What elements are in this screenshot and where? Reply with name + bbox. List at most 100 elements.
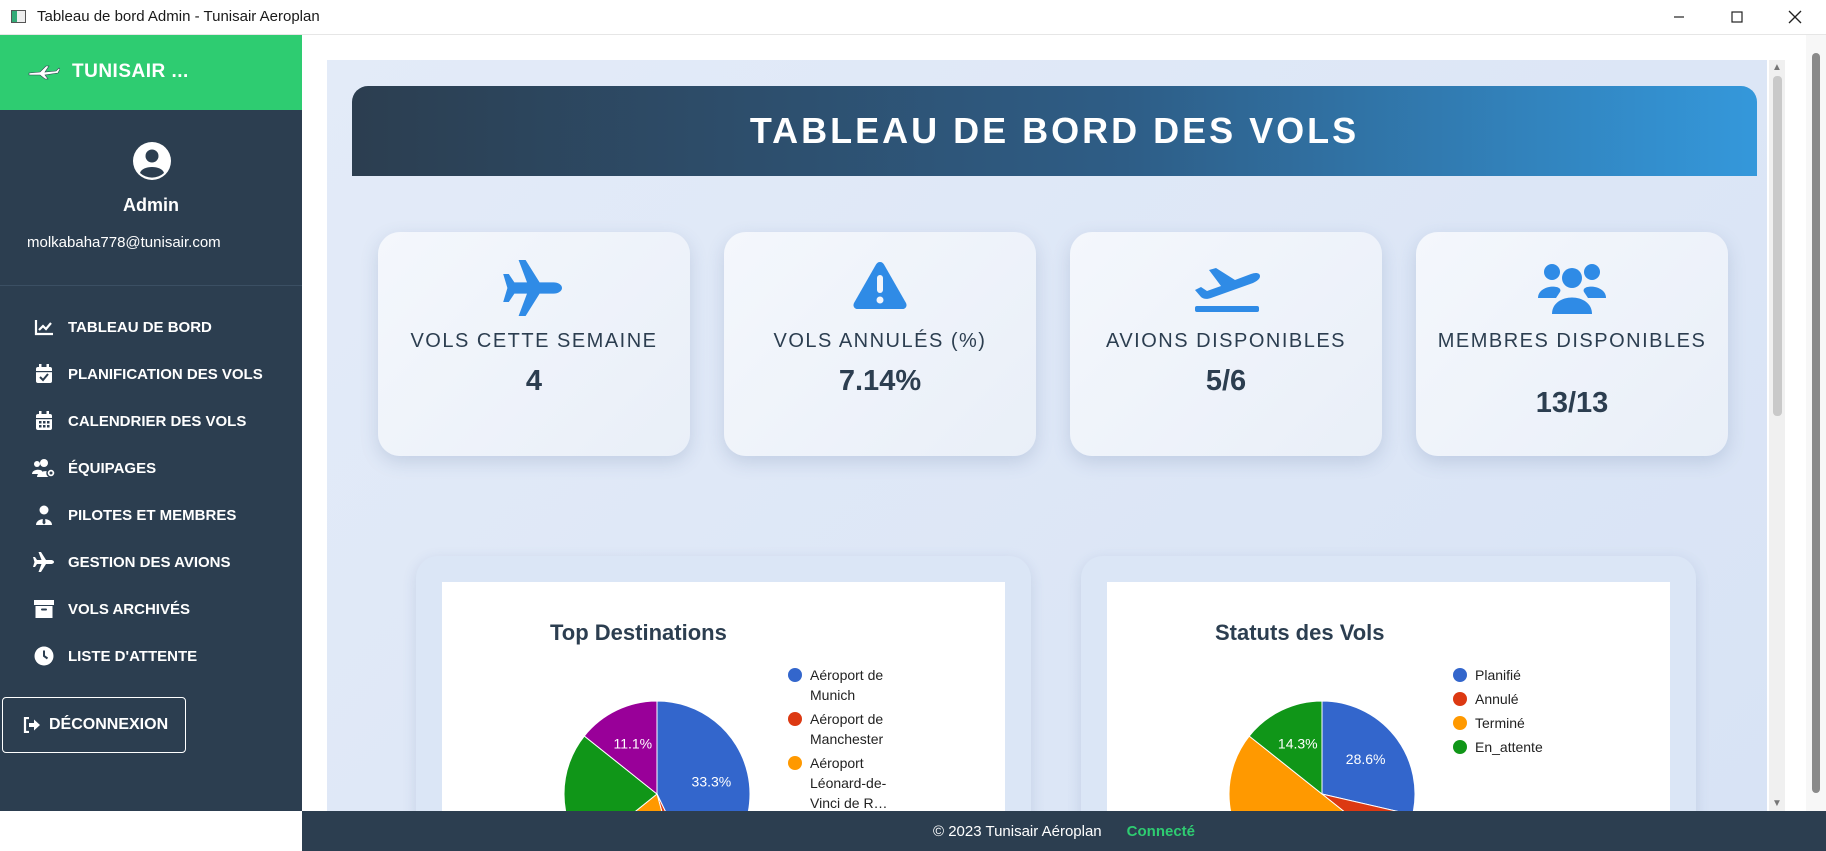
footer: © 2023 Tunisair Aéroplan Connecté: [302, 811, 1826, 851]
page-title: TABLEAU DE BORD DES VOLS: [749, 110, 1360, 151]
maximize-icon: [1731, 10, 1743, 23]
user-tie-icon: [32, 504, 56, 526]
minimize-icon: [1674, 15, 1684, 18]
archive-icon: [32, 598, 56, 620]
legend-item[interactable]: Aéroport de Munich: [788, 665, 988, 705]
minimize-button[interactable]: [1650, 0, 1708, 33]
sidebar-item-vols-archives[interactable]: VOLS ARCHIVÉS: [32, 594, 190, 624]
window-title: Tableau de bord Admin - Tunisair Aeropla…: [37, 8, 320, 25]
sidebar-item-label: CALENDRIER DES VOLS: [68, 412, 247, 430]
close-button[interactable]: [1766, 0, 1824, 33]
user-circle-icon: [133, 142, 171, 180]
stat-card-vols-semaine: VOLS CETTE SEMAINE 4: [378, 232, 690, 456]
pie-slice-label: 28.6%: [1346, 751, 1386, 767]
stat-label: AVIONS DISPONIBLES: [1105, 330, 1347, 352]
user-name: Admin: [123, 195, 179, 215]
legend-label: Terminé: [1475, 715, 1525, 731]
stat-value: 5/6: [1205, 365, 1247, 397]
calendar-icon: [32, 410, 56, 432]
legend-item[interactable]: Terminé: [1453, 713, 1653, 733]
sidebar-item-label: LISTE D'ATTENTE: [68, 647, 198, 665]
dashboard-header: TABLEAU DE BORD DES VOLS: [352, 86, 1757, 176]
stat-card-avions-disponibles: AVIONS DISPONIBLES 5/6: [1070, 232, 1382, 456]
sidebar-item-label: PILOTES ET MEMBRES: [68, 506, 237, 524]
scrollbar-thumb[interactable]: [1812, 53, 1820, 793]
legend-item[interactable]: Aéroport de Manchester: [788, 709, 988, 749]
pie-slice-label: 11.1%: [613, 736, 652, 752]
plane-icon: [32, 551, 56, 573]
sidebar-item-liste-attente[interactable]: LISTE D'ATTENTE: [32, 641, 197, 671]
legend-swatch: [1453, 740, 1467, 754]
clock-icon: [32, 645, 56, 667]
legend-label: En_attente: [1475, 739, 1543, 755]
stat-value: 4: [525, 365, 543, 397]
legend-swatch: [1453, 692, 1467, 706]
users-icon: [1538, 264, 1606, 314]
content-scrollbar[interactable]: ▲ ▼: [1769, 60, 1785, 811]
sidebar-item-label: GESTION DES AVIONS: [68, 553, 231, 571]
footer-copyright: © 2023 Tunisair Aéroplan: [932, 822, 1102, 840]
main-content: TABLEAU DE BORD DES VOLS VOLS CETTE SEMA…: [302, 35, 1806, 811]
legend-label: Aéroport Léonard-de- Vinci de R…: [810, 755, 888, 811]
stat-card-vols-annules: VOLS ANNULÉS (%) 7.14%: [724, 232, 1036, 456]
legend-label: Planifié: [1475, 667, 1521, 683]
app-window: Tableau de bord Admin - Tunisair Aeropla…: [0, 0, 1826, 851]
sidebar-item-label: VOLS ARCHIVÉS: [68, 600, 190, 618]
sidebar-item-label: TABLEAU DE BORD: [68, 318, 212, 336]
chart-legend: Aéroport de Munich Aéroport de Manchester…: [788, 665, 988, 811]
legend-item[interactable]: Annulé: [1453, 689, 1653, 709]
app-icon: [11, 10, 26, 23]
sidebar-divider: [0, 285, 302, 286]
pie-slice[interactable]: [656, 700, 751, 811]
plane-icon: [503, 260, 562, 316]
sidebar-item-gestion-avions[interactable]: GESTION DES AVIONS: [32, 547, 231, 577]
calendar-check-icon: [32, 363, 56, 385]
legend-label: Annulé: [1475, 691, 1519, 707]
user-email: molkabaha778@tunisair.com: [27, 234, 221, 251]
legend-item[interactable]: En_attente: [1453, 737, 1653, 757]
chart-legend: Planifié Annulé Terminé En_attente: [1453, 665, 1653, 761]
logout-label: DÉCONNEXION: [49, 716, 169, 733]
stat-label: MEMBRES DISPONIBLES: [1437, 330, 1707, 352]
stat-card-membres-disponibles: MEMBRES DISPONIBLES 13/13: [1416, 232, 1728, 456]
legend-swatch: [1453, 668, 1467, 682]
chart-panel-top-destinations: Top Destinations 33.3% 11.1% Aéroport de …: [416, 556, 1031, 811]
plane-departure-icon: [1195, 268, 1260, 312]
window-scrollbar[interactable]: [1806, 35, 1826, 811]
legend-swatch: [1453, 716, 1467, 730]
sidebar-item-pilotes[interactable]: PILOTES ET MEMBRES: [32, 500, 236, 530]
stat-value: 13/13: [1535, 387, 1609, 419]
legend-swatch: [788, 712, 802, 726]
sidebar-item-calendrier[interactable]: CALENDRIER DES VOLS: [32, 406, 246, 436]
legend-item[interactable]: Aéroport Léonard-de- Vinci de R…: [788, 753, 988, 811]
sidebar-item-label: PLANIFICATION DES VOLS: [68, 365, 263, 383]
warning-icon: [853, 262, 907, 309]
title-bar: Tableau de bord Admin - Tunisair Aeropla…: [0, 0, 1826, 35]
stat-value: 7.14%: [838, 365, 922, 397]
brand-header: TUNISAIR ...: [0, 35, 302, 110]
sidebar: TUNISAIR ... Admin molkabaha778@tunisair…: [0, 35, 302, 811]
legend-item[interactable]: Planifié: [1453, 665, 1653, 685]
brand-name: TUNISAIR ...: [72, 61, 189, 82]
chart-area: Statuts des Vols 28.6% 14.3% Planifié Annu…: [1107, 582, 1670, 811]
legend-swatch: [788, 668, 802, 682]
scroll-up-icon[interactable]: ▲: [1772, 62, 1782, 73]
sidebar-item-planification[interactable]: PLANIFICATION DES VOLS: [32, 359, 263, 389]
scrollbar-thumb[interactable]: [1773, 76, 1782, 416]
maximize-button[interactable]: [1708, 0, 1766, 33]
airplane-logo-icon: [28, 65, 60, 80]
sidebar-item-equipages[interactable]: ÉQUIPAGES: [32, 453, 156, 483]
pie-slice-label: 14.3%: [1278, 736, 1318, 752]
chart-line-icon: [32, 316, 56, 338]
legend-label: Aéroport de Manchester: [810, 711, 884, 747]
close-icon: [1788, 10, 1802, 23]
logout-button[interactable]: DÉCONNEXION: [2, 697, 186, 753]
pie-slice-label: 33.3%: [692, 774, 732, 790]
chart-panel-statuts-vols: Statuts des Vols 28.6% 14.3% Planifié Annu…: [1081, 556, 1696, 811]
legend-label: Aéroport de Munich: [810, 667, 884, 703]
connection-status: Connecté: [1126, 822, 1195, 840]
stat-label: VOLS ANNULÉS (%): [773, 330, 987, 352]
scroll-down-icon[interactable]: ▼: [1772, 798, 1782, 809]
dashboard-canvas: TABLEAU DE BORD DES VOLS VOLS CETTE SEMA…: [327, 60, 1767, 811]
sidebar-item-tableau-de-bord[interactable]: TABLEAU DE BORD: [32, 312, 212, 342]
